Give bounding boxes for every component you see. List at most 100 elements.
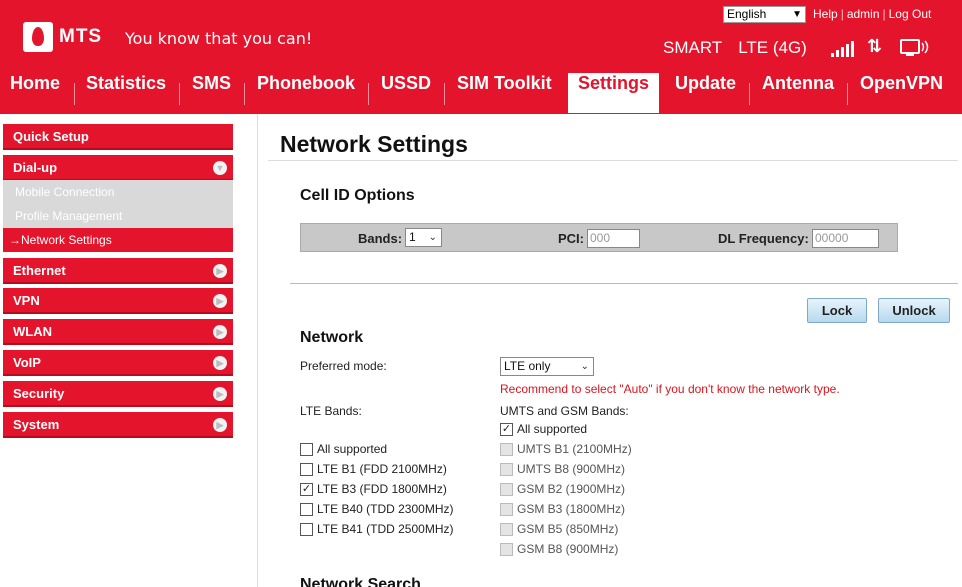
- connection-status: SMART LTE (4G): [663, 38, 807, 58]
- sidebar-item-wlan[interactable]: WLAN ▶: [3, 319, 233, 345]
- dl-frequency-input[interactable]: 00000: [812, 229, 879, 248]
- link-divider: |: [882, 7, 886, 21]
- dl-frequency-label: DL Frequency:: [718, 231, 809, 246]
- nav-ussd[interactable]: USSD: [381, 73, 431, 112]
- bands-select[interactable]: 1 ⌄: [405, 228, 442, 247]
- main-content: Network Settings Cell ID Options Bands: …: [268, 114, 962, 587]
- arrow-right-icon: →: [9, 233, 21, 247]
- chevron-right-icon: ▶: [213, 418, 227, 432]
- signal-strength-icon: [831, 40, 857, 57]
- brand-name: MTS: [59, 26, 103, 47]
- sidebar-item-system[interactable]: System ▶: [3, 412, 233, 438]
- preferred-mode-select[interactable]: LTE only ⌄: [500, 357, 594, 376]
- bands-select-value: 1: [409, 230, 416, 244]
- sidebar: Quick Setup Dial-up ▼ Mobile Connection …: [0, 114, 258, 587]
- chevron-down-icon: ▼: [792, 9, 802, 20]
- sidebar-item-label: VPN: [13, 293, 40, 308]
- checkbox-checked[interactable]: ✓: [300, 483, 313, 496]
- checkbox-disabled: [500, 463, 513, 476]
- nav-divider: [179, 83, 180, 105]
- nav-antenna[interactable]: Antenna: [762, 73, 834, 112]
- lte-bands-label: LTE Bands:: [300, 404, 362, 418]
- nav-divider: [74, 83, 75, 105]
- nav-sim-toolkit[interactable]: SIM Toolkit: [457, 73, 552, 112]
- page-title: Network Settings: [280, 131, 468, 157]
- checkbox[interactable]: [300, 463, 313, 476]
- nav-update[interactable]: Update: [675, 73, 736, 112]
- link-divider: |: [840, 7, 844, 21]
- sidebar-sub-network-settings[interactable]: →Network Settings: [3, 228, 233, 252]
- preferred-mode-value: LTE only: [504, 359, 551, 373]
- nav-settings[interactable]: Settings: [568, 73, 660, 113]
- nav-home[interactable]: Home: [10, 73, 60, 112]
- network-heading: Network: [300, 329, 364, 346]
- cell-id-heading: Cell ID Options: [300, 187, 415, 204]
- nav-statistics[interactable]: Statistics: [86, 73, 166, 112]
- mts-logo-icon: [23, 22, 53, 52]
- divider: [268, 160, 958, 161]
- sidebar-item-label: System: [13, 417, 60, 432]
- sidebar-item-security[interactable]: Security ▶: [3, 381, 233, 407]
- sidebar-item-vpn[interactable]: VPN ▶: [3, 288, 233, 314]
- nav-divider: [749, 83, 750, 105]
- umts-gsm-bands-label: UMTS and GSM Bands:: [500, 404, 629, 418]
- sidebar-item-label: Security: [13, 386, 65, 401]
- sidebar-item-label: VoIP: [13, 355, 41, 370]
- nav-phonebook[interactable]: Phonebook: [257, 73, 355, 112]
- preferred-mode-label: Preferred mode:: [300, 359, 387, 373]
- bands-label: Bands:: [358, 231, 403, 246]
- nav-openvpn[interactable]: OpenVPN: [860, 73, 943, 112]
- sidebar-sub-profile-management[interactable]: Profile Management: [3, 204, 233, 228]
- username-label: admin: [846, 7, 880, 21]
- chevron-down-icon: ▼: [213, 161, 227, 175]
- checkbox-disabled: [500, 543, 513, 556]
- chevron-down-icon: ⌄: [428, 232, 437, 243]
- brand-slogan: You know that you can!: [125, 29, 313, 48]
- nav-divider: [368, 83, 369, 105]
- sidebar-item-ethernet[interactable]: Ethernet ▶: [3, 258, 233, 284]
- checkbox-disabled: [500, 523, 513, 536]
- help-link[interactable]: Help: [813, 7, 838, 21]
- chevron-right-icon: ▶: [213, 325, 227, 339]
- main-nav: Home Statistics SMS Phonebook USSD SIM T…: [0, 73, 962, 114]
- language-select[interactable]: English ▼: [723, 6, 806, 23]
- sidebar-item-quick-setup[interactable]: Quick Setup: [3, 124, 233, 150]
- network-type-warning: Recommend to select "Auto" if you don't …: [500, 382, 840, 396]
- divider: [290, 283, 958, 284]
- sidebar-item-label: Quick Setup: [13, 129, 89, 144]
- network-search-heading: Network Search: [300, 576, 421, 587]
- checkbox-checked[interactable]: ✓: [500, 423, 513, 436]
- header-bar: MTS You know that you can! English ▼ Hel…: [0, 0, 962, 114]
- logout-link[interactable]: Log Out: [889, 7, 932, 21]
- data-transfer-icon: ⇅: [867, 36, 883, 57]
- lock-button[interactable]: Lock: [807, 298, 867, 323]
- chevron-right-icon: ▶: [213, 387, 227, 401]
- chevron-right-icon: ▶: [213, 294, 227, 308]
- checkbox[interactable]: [300, 443, 313, 456]
- sidebar-item-voip[interactable]: VoIP ▶: [3, 350, 233, 376]
- sidebar-item-label: WLAN: [13, 324, 52, 339]
- cell-id-options-bar: Bands: 1 ⌄ PCI: 000 DL Frequency: 00000: [300, 223, 898, 252]
- checkbox[interactable]: [300, 523, 313, 536]
- nav-divider: [444, 83, 445, 105]
- operator-name: SMART: [663, 38, 723, 57]
- top-links: Help | admin | Log Out: [813, 7, 931, 21]
- sidebar-item-label: Dial-up: [13, 160, 58, 175]
- chevron-right-icon: ▶: [213, 264, 227, 278]
- pci-label: PCI:: [558, 231, 584, 246]
- checkbox[interactable]: [300, 503, 313, 516]
- network-type: LTE (4G): [738, 38, 807, 57]
- nav-divider: [847, 83, 848, 105]
- chevron-down-icon: ⌄: [580, 361, 589, 372]
- language-select-value: English: [727, 7, 767, 21]
- device-connected-icon: [900, 39, 929, 56]
- nav-divider: [244, 83, 245, 105]
- sidebar-sub-label: Network Settings: [21, 233, 112, 247]
- checkbox-disabled: [500, 443, 513, 456]
- nav-sms[interactable]: SMS: [192, 73, 231, 112]
- chevron-right-icon: ▶: [213, 356, 227, 370]
- sidebar-sub-mobile-connection[interactable]: Mobile Connection: [3, 180, 233, 204]
- sidebar-item-dialup[interactable]: Dial-up ▼: [3, 155, 233, 181]
- pci-input[interactable]: 000: [587, 229, 640, 248]
- unlock-button[interactable]: Unlock: [878, 298, 950, 323]
